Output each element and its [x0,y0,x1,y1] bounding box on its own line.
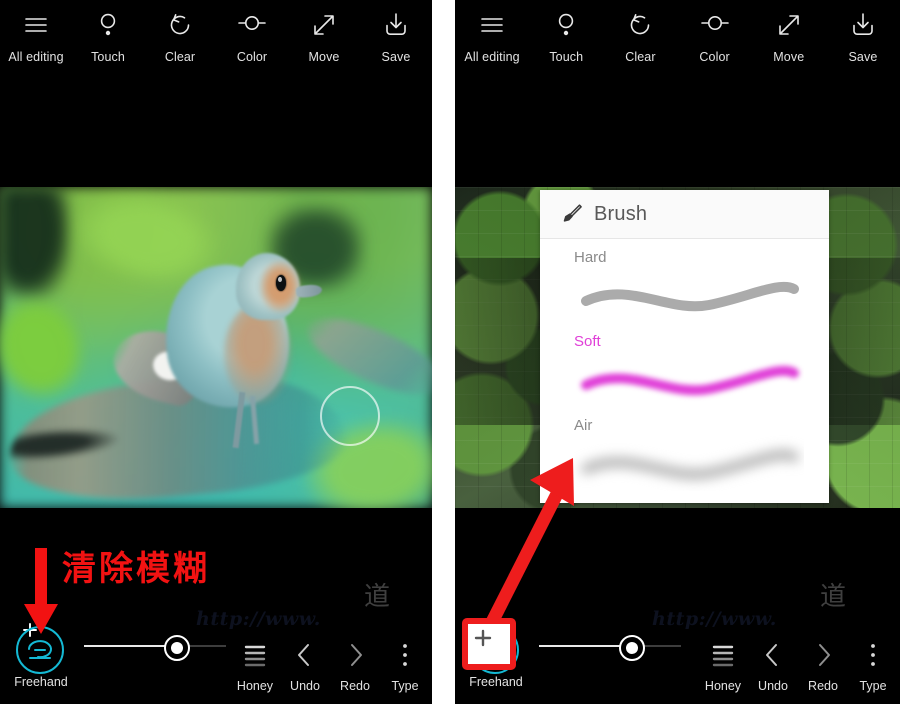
toolbar-item-all-editing[interactable]: All editing [0,0,72,82]
chevron-left-icon [766,643,777,666]
color-knob-icon [700,16,729,30]
touch-pointer-icon [559,13,574,36]
toolbar-item-touch[interactable]: Touch [529,0,603,82]
toolbar-item-move[interactable]: Move [288,0,360,82]
bottom-item-honey[interactable]: Honey [230,638,280,693]
toolbar-item-all-editing[interactable]: All editing [455,0,529,82]
watermark: http://www. 道 [624,578,894,640]
screenshot-panel-left: All editing Touch Clear Color Move Save … [0,0,432,704]
bird-photo [0,187,432,508]
watermark-seal: 道 [363,582,390,612]
toolbar-item-color[interactable]: Color [678,0,752,82]
brush-option-label: Soft [574,333,601,350]
bottom-item-undo[interactable]: Undo [280,638,330,693]
hamburger-menu-icon [481,18,503,32]
bird-subject [106,245,323,448]
bottom-item-undo[interactable]: Undo [748,638,798,693]
freehand-tool-label: Freehand [14,675,68,689]
toolbar-item-save[interactable]: Save [360,0,432,82]
download-save-icon [853,13,873,35]
chevron-left-icon [298,643,309,666]
toolbar-item-clear[interactable]: Clear [603,0,677,82]
toolbar-label: All editing [8,50,64,64]
hamburger-menu-icon [25,18,47,32]
bottom-item-redo[interactable]: Redo [330,638,380,693]
undo-circular-arrow-icon [170,14,190,35]
bottom-item-type[interactable]: Type [380,638,430,693]
brush-stroke-preview-soft [581,365,799,396]
watermark-seal: 道 [819,582,846,612]
brush-stroke-preview-hard [581,281,799,312]
toolbar-label: Move [308,50,340,64]
top-toolbar-right: All editing Touch Clear Color Move Save [455,0,900,82]
bottom-item-honey[interactable]: Honey [698,638,748,693]
bottom-item-type[interactable]: Type [848,638,898,693]
toolbar-item-color[interactable]: Color [216,0,288,82]
red-diagonal-arrow [482,458,574,633]
vertical-dots-icon [871,643,875,666]
toolbar-label: Color [236,50,268,64]
toolbar-label: Save [848,50,878,64]
brush-cursor-circle [319,386,380,447]
paintbrush-icon [563,204,582,222]
annotation-caption: 清除模糊 [62,549,210,589]
bottom-item-label: Undo [290,678,320,693]
plus-icon[interactable] [472,628,494,648]
chevron-right-icon [819,643,830,666]
color-knob-icon [238,16,266,30]
bottom-item-label: Honey [236,678,274,693]
diagonal-resize-arrow-icon [778,15,799,35]
bottom-item-label: Type [391,678,419,693]
brush-popup-header: Brush [540,190,829,239]
brush-option-label: Hard [574,249,607,266]
red-down-arrow [24,548,58,634]
brush-option-label: Air [574,417,593,434]
brush-option-hard[interactable]: Hard [540,239,829,323]
stacked-lines-icon [712,645,734,666]
watermark-url: http://www. [652,608,777,630]
toolbar-label: Touch [549,50,584,64]
toolbar-label: Clear [164,50,196,64]
download-save-icon [386,13,406,35]
toolbar-label: Move [773,50,805,64]
toolbar-label: Touch [91,50,125,64]
stacked-lines-icon [244,645,266,666]
toolbar-item-save[interactable]: Save [826,0,900,82]
toolbar-label: Clear [625,50,656,64]
toolbar-label: Save [381,50,411,64]
bottom-item-label: Redo [808,678,838,693]
touch-pointer-icon [100,13,116,36]
bottom-item-redo[interactable]: Redo [798,638,848,693]
diagonal-resize-arrow-icon [314,15,334,35]
brush-stroke-preview-air [581,449,799,480]
toolbar-label: All editing [464,50,520,64]
toolbar-item-move[interactable]: Move [752,0,826,82]
toolbar-label: Color [699,50,730,64]
freehand-tool-label: Freehand [469,675,523,689]
undo-circular-arrow-icon [631,14,650,35]
bottom-item-label: Redo [340,678,370,693]
slider-fill [539,645,631,647]
toolbar-item-clear[interactable]: Clear [144,0,216,82]
vertical-dots-icon [403,643,407,666]
bottom-item-label: Undo [758,678,788,693]
bottom-item-label: Type [859,678,887,693]
top-toolbar-left: All editing Touch Clear Color Move Save [0,0,432,82]
toolbar-item-touch[interactable]: Touch [72,0,144,82]
chevron-right-icon [351,643,362,666]
brush-popup-title: Brush [594,202,648,225]
photo-canvas-left[interactable] [0,187,432,508]
bottom-item-label: Honey [704,678,742,693]
slider-fill [84,645,176,647]
watermark-url: http://www. [196,608,321,630]
brush-option-soft[interactable]: Soft [540,323,829,407]
